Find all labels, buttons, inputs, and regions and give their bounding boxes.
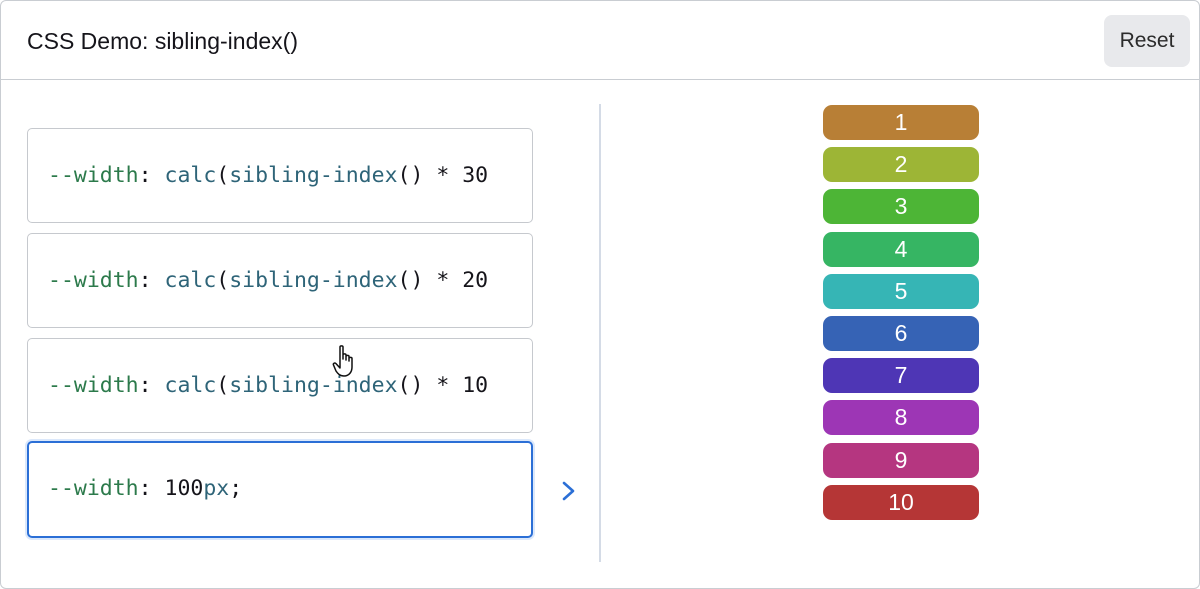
colon: : [138,476,165,501]
inner-function-name: sibling-index [229,163,398,188]
function-name: calc [164,268,217,293]
demo-header: CSS Demo: sibling-index() Reset [1,1,1199,80]
hand-pointer-icon [332,345,353,377]
output-item-9: 9 [823,442,979,478]
function-name: calc [164,163,217,188]
property-name: --width [48,476,139,501]
code-line: --width: calc(sibling-index() * 30 [48,163,488,189]
colon: : [138,163,165,188]
semicolon: ; [229,476,243,501]
css-editor-4-active[interactable]: --width: 100px; [27,441,533,538]
css-editor-2[interactable]: --width: calc(sibling-index() * 20 [27,233,533,328]
output-item-5: 5 [823,273,979,309]
paren: ( [216,163,230,188]
number-value: 100 [164,476,204,501]
parens: () [397,163,424,188]
css-editor-3[interactable]: --width: calc(sibling-index() * 10 [27,338,533,433]
output-item-1: 1 [823,105,979,140]
code-line: --width: calc(sibling-index() * 10 [48,373,488,399]
output-item-7: 7 [823,358,979,394]
output-item-4: 4 [823,231,979,267]
output-item-2: 2 [823,147,979,183]
chevron-right-icon [562,481,575,501]
parens: () [397,373,424,398]
output-item-10: 10 [823,484,979,520]
property-name: --width [48,268,139,293]
inner-function-name: sibling-index [229,268,398,293]
output-item-8: 8 [823,400,979,436]
output-item-3: 3 [823,189,979,225]
paren: ( [216,268,230,293]
inner-function-name: sibling-index [229,373,398,398]
colon: : [138,373,165,398]
colon: : [138,268,165,293]
reset-button[interactable]: Reset [1104,15,1190,67]
property-name: --width [48,163,139,188]
css-editor-1[interactable]: --width: calc(sibling-index() * 30 [27,128,533,223]
code-rest: * 30 [423,163,489,188]
code-rest: * 10 [423,373,489,398]
code-line: --width: 100px; [48,476,242,502]
function-name: calc [164,373,217,398]
output-item-6: 6 [823,316,979,351]
code-line: --width: calc(sibling-index() * 20 [48,268,488,294]
parens: () [397,268,424,293]
page-title: CSS Demo: sibling-index() [27,28,298,54]
paren: ( [216,373,230,398]
unit: px [203,476,230,501]
property-name: --width [48,373,139,398]
pane-divider [599,104,601,562]
code-rest: * 20 [423,268,489,293]
